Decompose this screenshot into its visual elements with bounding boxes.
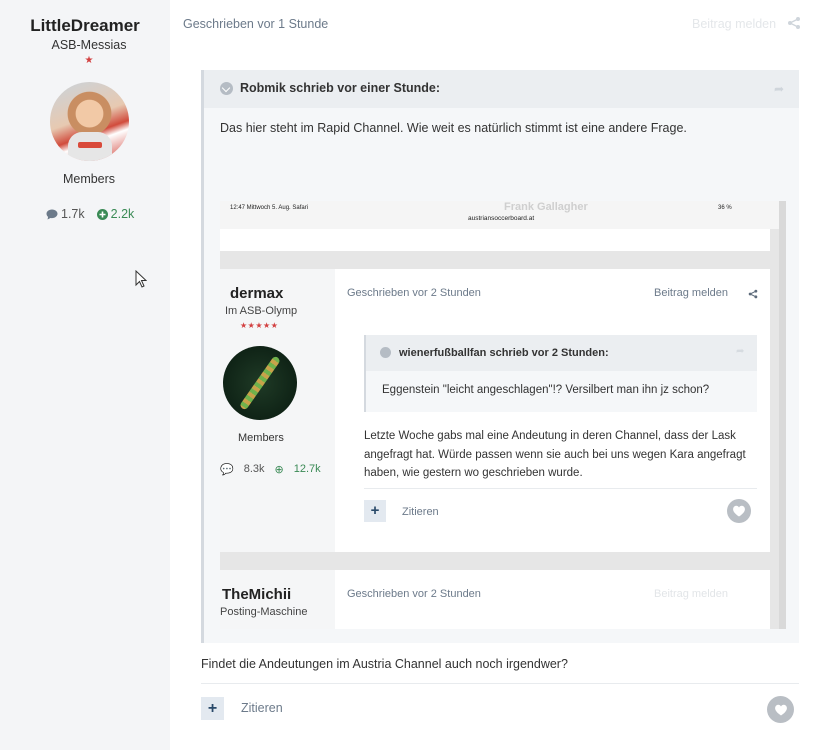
post-card-dermax: dermax Im ASB-Olymp ★★★★★ Members 💬 8.3k…	[220, 269, 770, 552]
quote-button[interactable]: Zitieren	[241, 701, 283, 715]
user-rank: Im ASB-Olymp	[225, 305, 298, 317]
user-stats: 💬 8.3k ⊕ 12.7k	[220, 463, 321, 476]
user-rank: Posting-Maschine	[220, 606, 308, 618]
user-group: Members	[238, 432, 284, 444]
divider	[201, 683, 799, 684]
post-date: Geschrieben vor 2 Stunden	[347, 287, 481, 299]
author-rank: ASB-Messias	[51, 38, 127, 52]
share-icon[interactable]	[787, 16, 801, 30]
author-stats: 1.7k 2.2k	[46, 207, 134, 221]
post-author-side: dermax Im ASB-Olymp ★★★★★ Members 💬 8.3k…	[220, 269, 335, 552]
comment-icon: 💬	[220, 464, 234, 476]
avatar[interactable]	[50, 82, 129, 161]
user-posts: 8.3k	[243, 463, 265, 475]
report-post-link: Beitrag melden	[654, 287, 728, 299]
reply-arrow-icon: ➦	[736, 346, 745, 357]
plus-circle-icon: ⊕	[274, 464, 284, 476]
scrollbar	[779, 201, 786, 629]
post-count[interactable]: 1.7k	[46, 207, 85, 221]
heart-icon[interactable]	[767, 696, 794, 723]
status-url: austriansoccerboard.at	[468, 215, 535, 222]
plus-circle-icon	[96, 208, 108, 220]
divider	[364, 488, 757, 489]
reputation-value: 2.2k	[110, 207, 135, 221]
quote-label: Zitieren	[402, 506, 439, 518]
inner-quote-text: Eggenstein "leicht angeschlagen"!? Versi…	[382, 384, 710, 396]
chevron-down-icon	[380, 347, 391, 358]
username: dermax	[230, 285, 284, 302]
previous-post-card	[220, 229, 770, 251]
author-stars: ★	[84, 55, 94, 66]
inner-quote-title: wienerfußballfan schrieb vor 2 Stunden:	[399, 347, 609, 359]
post-answer-text: Findet die Andeutungen im Austria Channe…	[201, 657, 568, 671]
status-bar: 12:47 Mittwoch 5. Aug. Safari Frank Gall…	[220, 201, 786, 229]
report-post-link[interactable]: Beitrag melden	[692, 17, 776, 31]
multiquote-plus-button[interactable]: +	[201, 697, 224, 720]
user-stars: ★★★★★	[240, 321, 279, 330]
user-reputation: 12.7k	[293, 463, 321, 475]
reputation-count[interactable]: 2.2k	[96, 207, 135, 221]
quote-text: Das hier steht im Rapid Channel. Wie wei…	[220, 121, 687, 135]
share-icon	[748, 289, 758, 299]
inner-quote-header: wienerfußballfan schrieb vor 2 Stunden: …	[366, 335, 757, 371]
inner-quote: wienerfußballfan schrieb vor 2 Stunden: …	[364, 335, 757, 412]
post-date: Geschrieben vor 2 Stunden	[347, 588, 481, 600]
status-time: 12:47 Mittwoch 5. Aug. Safari	[230, 205, 309, 211]
heart-icon	[727, 499, 751, 523]
reply-arrow-icon[interactable]: ➦	[774, 82, 784, 96]
quoted-screenshot-image[interactable]: 12:47 Mittwoch 5. Aug. Safari Frank Gall…	[220, 201, 786, 629]
status-battery: 36 %	[718, 205, 732, 211]
author-name[interactable]: LittleDreamer	[0, 16, 170, 36]
post-count-value: 1.7k	[61, 207, 85, 221]
quote-header[interactable]: Robmik schrieb vor einer Stunde: ➦	[204, 70, 799, 108]
status-blurred-title: Frank Gallagher	[504, 201, 588, 213]
post-card-themichii: TheMichii Posting-Maschine Geschrieben v…	[220, 570, 770, 629]
chevron-down-icon[interactable]	[220, 82, 233, 95]
username: TheMichii	[222, 586, 292, 603]
post-date[interactable]: Geschrieben vor 1 Stunde	[183, 17, 328, 31]
quote-title[interactable]: Robmik schrieb vor einer Stunde:	[240, 81, 440, 95]
quote-block: Robmik schrieb vor einer Stunde: ➦ Das h…	[201, 70, 799, 643]
plus-icon: +	[364, 500, 386, 522]
post-text: Letzte Woche gabs mal eine Andeutung in …	[364, 430, 746, 479]
cursor-icon	[135, 270, 147, 288]
avatar	[223, 346, 297, 420]
post-author-side: TheMichii Posting-Maschine	[220, 570, 335, 629]
comment-icon	[46, 209, 58, 219]
author-sidebar: LittleDreamer ASB-Messias ★ Members 1.7k…	[0, 0, 170, 750]
author-group: Members	[62, 172, 116, 186]
report-post-link: Beitrag melden	[654, 588, 728, 600]
